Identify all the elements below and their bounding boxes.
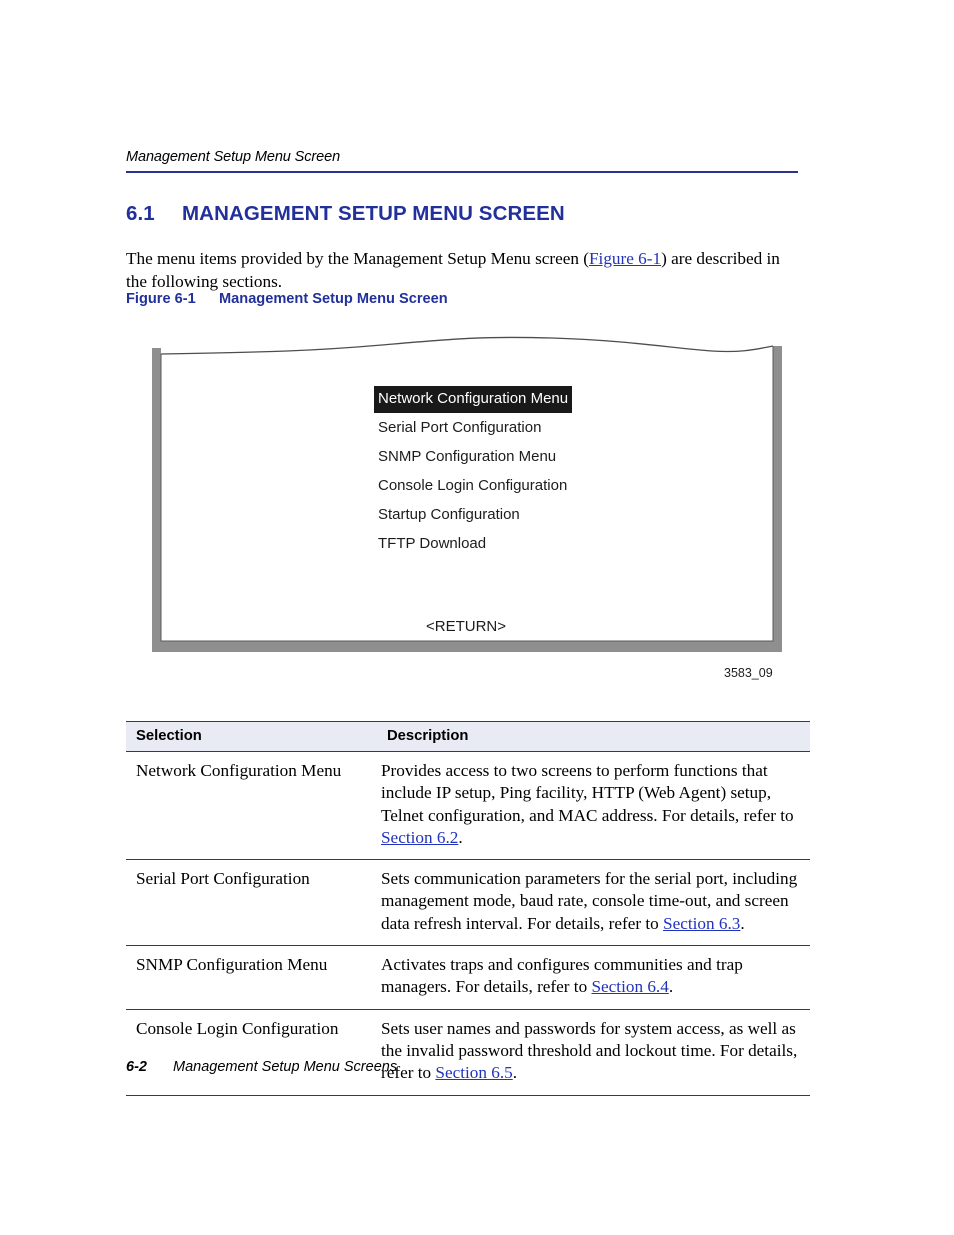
menu-item-label: Network Configuration Menu: [374, 386, 573, 413]
section-heading: 6.1 MANAGEMENT SETUP MENU SCREEN: [126, 202, 565, 226]
section-6-3-link[interactable]: Section 6.3: [663, 914, 740, 933]
menu-item-network-configuration-menu[interactable]: Network Configuration Menu: [374, 386, 754, 415]
screen-menu-list: Network Configuration Menu Serial Port C…: [374, 386, 754, 560]
section-6-2-link[interactable]: Section 6.2: [381, 828, 458, 847]
desc-text-before: Provides access to two screens to perfor…: [381, 761, 794, 825]
table-row: SNMP Configuration Menu Activates traps …: [126, 945, 810, 1010]
menu-item-console-login-configuration[interactable]: Console Login Configuration: [374, 473, 754, 502]
table-row: Serial Port Configuration Sets communica…: [126, 859, 810, 947]
desc-text-after: .: [740, 913, 745, 933]
menu-item-startup-configuration[interactable]: Startup Configuration: [374, 502, 754, 531]
menu-item-serial-port-configuration[interactable]: Serial Port Configuration: [374, 415, 754, 444]
section-number: 6.1: [126, 202, 155, 225]
header-rule: [126, 171, 798, 173]
figure-caption: Figure 6-1 Management Setup Menu Screen: [126, 291, 448, 307]
cell-description: Activates traps and configures communiti…: [377, 945, 810, 1010]
menu-item-label: SNMP Configuration Menu: [378, 448, 557, 465]
column-header-selection: Selection: [126, 721, 377, 752]
document-page: Management Setup Menu Screen 6.1 MANAGEME…: [0, 0, 954, 1235]
figure-id-label: 3583_09: [724, 666, 773, 680]
table-header-row: Selection Description: [126, 721, 810, 752]
cell-selection: Serial Port Configuration: [126, 859, 377, 947]
menu-item-snmp-configuration-menu[interactable]: SNMP Configuration Menu: [374, 444, 754, 473]
table-row: Network Configuration Menu Provides acce…: [126, 751, 810, 861]
figure-caption-title: Management Setup Menu Screen: [219, 291, 448, 307]
cell-selection: Console Login Configuration: [126, 1009, 377, 1096]
intro-paragraph: The menu items provided by the Managemen…: [126, 248, 800, 293]
running-header: Management Setup Menu Screen: [126, 148, 798, 173]
menu-item-label: Console Login Configuration: [378, 477, 568, 494]
figure-6-1-link[interactable]: Figure 6-1: [589, 249, 661, 268]
cell-selection: Network Configuration Menu: [126, 751, 377, 861]
page-number: 6-2: [126, 1059, 147, 1075]
running-header-text: Management Setup Menu Screen: [126, 149, 341, 165]
figure-terminal-screen: Network Configuration Menu Serial Port C…: [152, 336, 782, 661]
section-6-4-link[interactable]: Section 6.4: [591, 977, 668, 996]
section-6-5-link[interactable]: Section 6.5: [435, 1063, 512, 1082]
menu-item-tftp-download[interactable]: TFTP Download: [374, 531, 754, 560]
column-header-description: Description: [377, 721, 810, 752]
desc-text-before: Activates traps and configures communiti…: [381, 955, 743, 997]
desc-text-after: .: [512, 1063, 518, 1083]
menu-item-label: TFTP Download: [378, 535, 487, 552]
section-title: MANAGEMENT SETUP MENU SCREEN: [182, 202, 565, 225]
cell-description: Provides access to two screens to perfor…: [377, 751, 810, 861]
screen-return-prompt[interactable]: <RETURN>: [162, 618, 770, 635]
cell-description: Sets communication parameters for the se…: [377, 859, 810, 947]
page-footer-text: Management Setup Menu Screens: [173, 1059, 398, 1075]
desc-text-after: .: [668, 977, 674, 997]
menu-item-label: Serial Port Configuration: [378, 419, 542, 436]
figure-caption-number: Figure 6-1: [126, 291, 196, 307]
cell-description: Sets user names and passwords for system…: [377, 1009, 810, 1096]
table-row: Console Login Configuration Sets user na…: [126, 1009, 810, 1096]
menu-item-label: Startup Configuration: [378, 506, 520, 523]
page-footer: 6-2 Management Setup Menu Screens: [126, 1059, 397, 1075]
screen-content: Network Configuration Menu Serial Port C…: [162, 354, 770, 648]
desc-text-after: .: [458, 827, 463, 847]
cell-selection: SNMP Configuration Menu: [126, 945, 377, 1010]
selection-description-table: Selection Description Network Configurat…: [126, 721, 810, 1096]
intro-text-before: The menu items provided by the Managemen…: [126, 249, 589, 269]
